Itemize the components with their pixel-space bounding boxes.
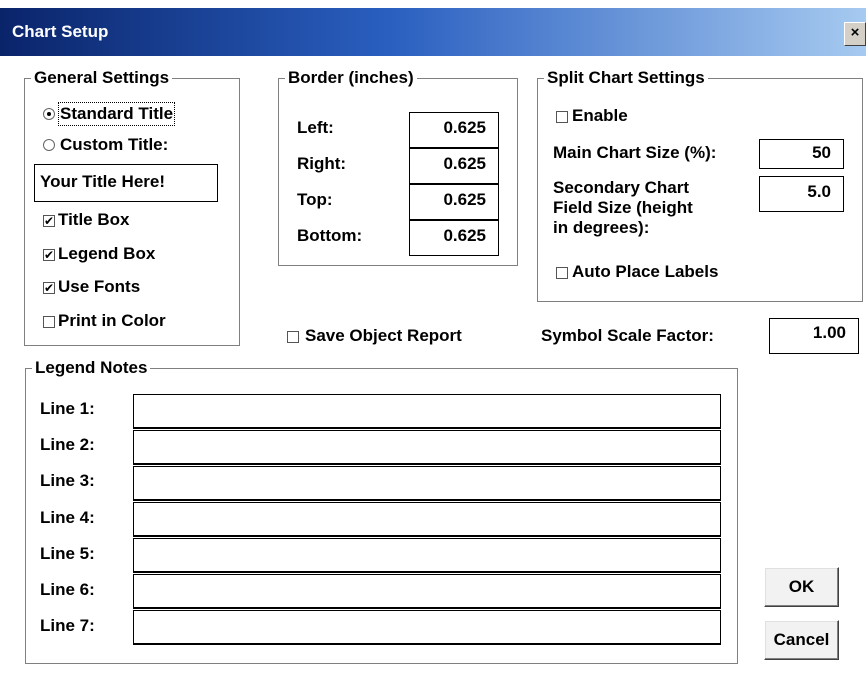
cancel-button[interactable]: Cancel <box>764 620 839 660</box>
window-title: Chart Setup <box>12 22 109 41</box>
auto-place-labels-checkbox[interactable] <box>556 267 568 279</box>
enable-checkbox[interactable] <box>556 111 568 123</box>
secondary-chart-label-3: in degrees): <box>553 218 650 237</box>
line-3-input[interactable] <box>133 466 721 501</box>
border-right-input[interactable]: 0.625 <box>409 148 499 184</box>
print-in-color-checkbox[interactable] <box>43 316 55 328</box>
auto-place-labels-label[interactable]: Auto Place Labels <box>572 262 718 282</box>
line-1-input[interactable] <box>133 394 721 429</box>
border-bottom-input[interactable]: 0.625 <box>409 220 499 256</box>
legend-box-checkbox[interactable]: ✔ <box>43 249 55 261</box>
custom-title-input[interactable]: Your Title Here! <box>34 164 218 202</box>
line-4-label: Line 4: <box>40 508 95 527</box>
line-6-input[interactable] <box>133 574 721 609</box>
custom-title-radio[interactable] <box>43 139 55 151</box>
line-5-label: Line 5: <box>40 544 95 563</box>
border-legend: Border (inches) <box>285 68 417 88</box>
close-button[interactable]: × <box>844 22 866 46</box>
border-top-input[interactable]: 0.625 <box>409 184 499 220</box>
line-2-label: Line 2: <box>40 435 95 454</box>
title-box-label[interactable]: Title Box <box>58 210 129 230</box>
line-5-input[interactable] <box>133 538 721 573</box>
title-box-checkbox[interactable]: ✔ <box>43 215 55 227</box>
general-settings-legend: General Settings <box>31 68 173 88</box>
main-chart-size-label: Main Chart Size (%): <box>553 143 717 162</box>
border-left-input[interactable]: 0.625 <box>409 112 499 148</box>
save-object-report-label[interactable]: Save Object Report <box>305 326 462 346</box>
enable-label[interactable]: Enable <box>572 106 628 126</box>
use-fonts-checkbox[interactable]: ✔ <box>43 282 55 294</box>
line-4-input[interactable] <box>133 502 721 537</box>
title-bar[interactable]: Chart Setup × <box>0 8 866 56</box>
ok-button[interactable]: OK <box>764 567 839 607</box>
border-right-label: Right: <box>297 154 347 173</box>
line-7-label: Line 7: <box>40 616 95 635</box>
main-chart-size-input[interactable]: 50 <box>759 139 844 169</box>
line-7-input[interactable] <box>133 610 721 645</box>
symbol-scale-factor-label: Symbol Scale Factor: <box>541 326 714 345</box>
split-chart-legend: Split Chart Settings <box>544 68 708 88</box>
symbol-scale-factor-input[interactable]: 1.00 <box>769 318 859 354</box>
secondary-chart-label-2: Field Size (height <box>553 198 693 217</box>
legend-notes-legend: Legend Notes <box>32 358 151 378</box>
line-1-label: Line 1: <box>40 399 95 418</box>
border-left-label: Left: <box>297 118 334 137</box>
custom-title-label[interactable]: Custom Title: <box>60 135 168 155</box>
save-object-report-checkbox[interactable] <box>287 331 299 343</box>
legend-box-label[interactable]: Legend Box <box>58 244 155 264</box>
standard-title-label[interactable]: Standard Title <box>57 102 176 126</box>
radio-selected-dot <box>47 112 51 116</box>
line-6-label: Line 6: <box>40 580 95 599</box>
use-fonts-label[interactable]: Use Fonts <box>58 277 140 297</box>
standard-title-radio[interactable] <box>43 108 55 120</box>
border-top-label: Top: <box>297 190 333 209</box>
line-2-input[interactable] <box>133 430 721 465</box>
secondary-chart-label-1: Secondary Chart <box>553 178 690 197</box>
line-3-label: Line 3: <box>40 471 95 490</box>
print-in-color-label[interactable]: Print in Color <box>58 311 166 331</box>
secondary-chart-size-input[interactable]: 5.0 <box>759 176 844 212</box>
border-bottom-label: Bottom: <box>297 226 363 245</box>
